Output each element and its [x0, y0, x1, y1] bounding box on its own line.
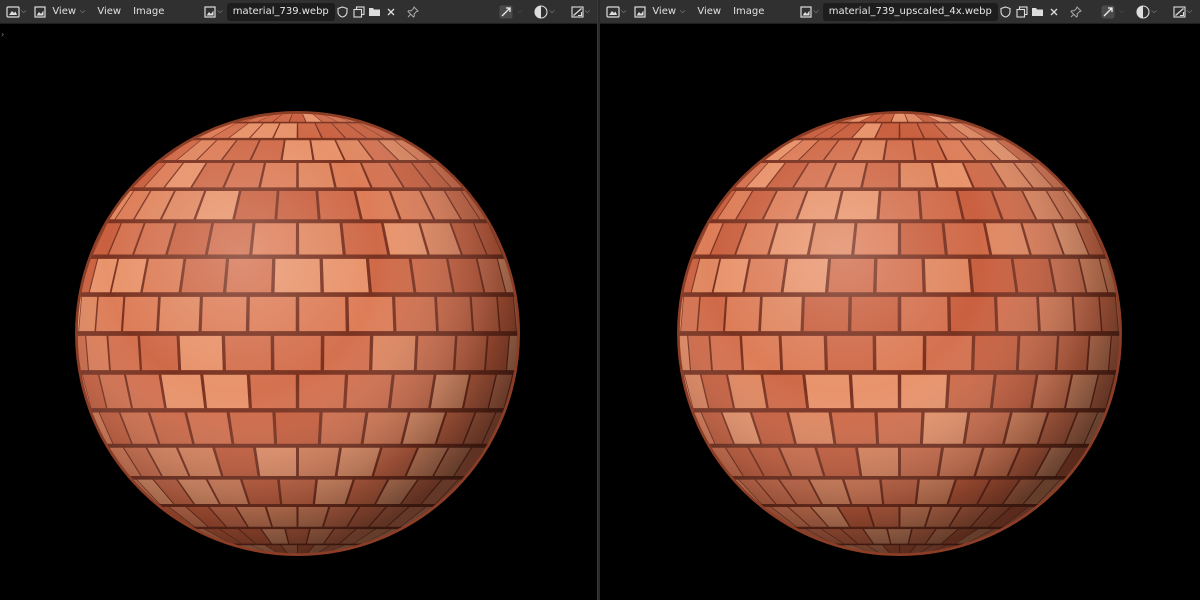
display-channels-button[interactable]: ⌵	[534, 4, 555, 19]
image-browse-icon	[204, 5, 217, 18]
image-name-field[interactable]: material_739.webp	[226, 2, 335, 21]
chevron-down-icon: ⌵	[813, 7, 819, 15]
menu-image-label: Image	[733, 6, 765, 17]
brick-sphere-graphic	[75, 111, 520, 556]
menu-image[interactable]: Image	[727, 3, 770, 21]
menu-view-label: View	[652, 6, 677, 17]
menu-view2-label: View	[697, 6, 722, 17]
editor-header: ⌵ View ⌵ View Image ⌵ material_739_upscal…	[600, 0, 1200, 24]
folder-icon	[369, 8, 381, 16]
chevron-down-icon: ⌵	[621, 7, 627, 15]
menu-image[interactable]: Image	[127, 3, 170, 21]
editor-type-button[interactable]: ⌵	[606, 3, 626, 21]
image-browse-icon	[34, 5, 46, 18]
image-browse-icon	[800, 5, 813, 18]
chevron-down-icon: ⌵	[584, 7, 590, 15]
view-mode-dropdown[interactable]: ⌵	[571, 5, 590, 18]
view-mode-icon	[1173, 5, 1186, 18]
chevron-down-icon: ⌵	[21, 7, 27, 15]
brick-sphere-render	[675, 109, 1124, 558]
image-viewport[interactable]	[0, 24, 598, 600]
menu-view[interactable]: View ⌵	[646, 3, 691, 21]
image-name-text: material_739_upscaled_4x.webp	[828, 6, 992, 17]
unlink-image-button[interactable]	[383, 3, 399, 21]
open-image-button[interactable]	[367, 3, 383, 21]
chevron-down-icon: ⌵	[1186, 7, 1192, 15]
image-editor-right: ⌵ View ⌵ View Image ⌵ material_739_upscal…	[600, 0, 1200, 600]
image-browse-icon	[634, 5, 646, 18]
open-image-button[interactable]	[1030, 3, 1046, 21]
duplicate-icon	[353, 5, 365, 18]
folder-icon	[1032, 8, 1044, 16]
view-mode-button[interactable]	[634, 3, 646, 21]
duplicate-image-button[interactable]	[351, 3, 367, 21]
unlink-image-button[interactable]	[1046, 3, 1062, 21]
view-mode-button[interactable]	[34, 3, 46, 21]
pin-icon	[1070, 5, 1082, 18]
header-right-group: ⌵ ⌵ ⌵	[487, 4, 598, 19]
image-editor-left: ⌵ View ⌵ View Image ⌵ material_739.webp ⌵…	[0, 0, 598, 600]
shield-icon	[1000, 5, 1011, 18]
close-icon	[1050, 8, 1058, 15]
menu-view[interactable]: View ⌵	[46, 3, 91, 21]
brick-sphere-graphic	[677, 111, 1122, 556]
duplicate-icon	[1016, 5, 1028, 18]
gizmo-toggle[interactable]: ⌵	[1101, 5, 1124, 19]
menu-view-2[interactable]: View	[91, 3, 127, 21]
fake-user-button[interactable]	[335, 3, 351, 21]
image-browse-button[interactable]: ⌵	[204, 3, 223, 21]
gizmo-icon	[1101, 5, 1115, 18]
brick-sphere-render	[73, 109, 522, 558]
menu-view2-label: View	[97, 6, 122, 17]
chevron-down-icon: ⌵	[517, 7, 523, 15]
chevron-down-icon: ⌵	[549, 7, 555, 15]
image-editor-icon	[6, 5, 20, 18]
image-name-field[interactable]: material_739_upscaled_4x.webp	[822, 2, 998, 21]
editor-type-button[interactable]: ⌵	[6, 3, 26, 21]
chevron-down-icon: ⌵	[1119, 7, 1125, 15]
menu-image-label: Image	[133, 6, 165, 17]
menu-view-2[interactable]: View	[691, 3, 727, 21]
image-name-text: material_739.webp	[232, 6, 329, 17]
display-channels-icon	[1136, 4, 1150, 19]
chevron-down-icon: ⌵	[80, 7, 86, 15]
shield-icon	[337, 5, 348, 18]
close-icon	[387, 8, 395, 15]
chevron-down-icon: ⌵	[1151, 7, 1157, 15]
display-channels-icon	[534, 4, 548, 19]
header-right-group: ⌵ ⌵ ⌵	[1089, 4, 1200, 19]
chevron-down-icon: ⌵	[217, 7, 223, 15]
gizmo-toggle[interactable]: ⌵	[499, 5, 522, 19]
pin-button[interactable]	[405, 3, 421, 21]
chevron-down-icon: ⌵	[680, 7, 686, 15]
display-channels-button[interactable]: ⌵	[1136, 4, 1157, 19]
image-editor-icon	[606, 5, 620, 18]
gizmo-icon	[499, 5, 513, 18]
duplicate-image-button[interactable]	[1014, 3, 1030, 21]
image-viewport[interactable]	[600, 24, 1200, 600]
image-browse-button[interactable]: ⌵	[800, 3, 819, 21]
view-mode-dropdown[interactable]: ⌵	[1173, 5, 1192, 18]
fake-user-button[interactable]	[998, 3, 1014, 21]
editor-header: ⌵ View ⌵ View Image ⌵ material_739.webp ⌵…	[0, 0, 598, 24]
view-mode-icon	[571, 5, 584, 18]
pin-icon	[407, 5, 419, 18]
pin-button[interactable]	[1068, 3, 1084, 21]
menu-view-label: View	[52, 6, 77, 17]
